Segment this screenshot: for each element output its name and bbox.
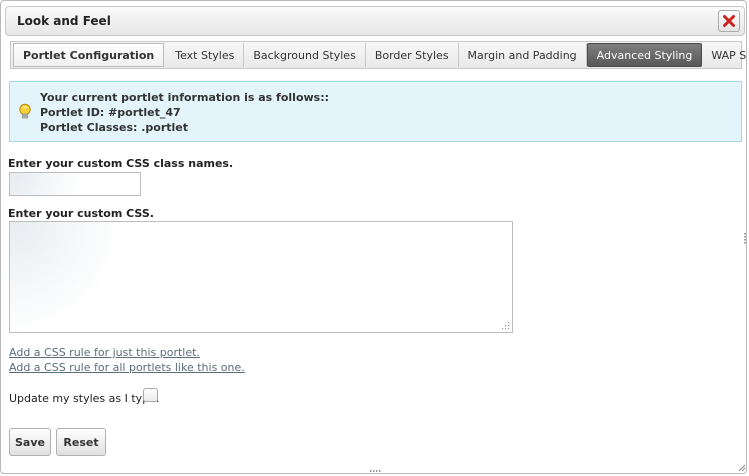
dialog-title: Look and Feel xyxy=(17,14,111,28)
close-icon xyxy=(723,15,735,27)
dialog-titlebar[interactable]: Look and Feel xyxy=(5,6,745,36)
tab-margin-and-padding[interactable]: Margin and Padding xyxy=(459,43,587,67)
look-and-feel-dialog: Look and Feel Portlet Configuration Text… xyxy=(0,0,747,474)
reset-button[interactable]: Reset xyxy=(56,428,106,456)
tab-wap-styling[interactable]: WAP Styling xyxy=(702,43,746,67)
add-rule-all-portlets-link[interactable]: Add a CSS rule for all portlets like thi… xyxy=(9,361,245,374)
portlet-classes: Portlet Classes: .portlet xyxy=(40,121,189,134)
tab-background-styles[interactable]: Background Styles xyxy=(244,43,366,67)
add-rule-this-portlet-link[interactable]: Add a CSS rule for just this portlet. xyxy=(9,346,200,359)
tab-text-styles[interactable]: Text Styles xyxy=(166,43,245,67)
tab-portlet-configuration[interactable]: Portlet Configuration xyxy=(13,43,165,67)
resize-grip-icon[interactable] xyxy=(501,321,510,330)
update-styles-label: Update my styles as I type. xyxy=(9,392,160,405)
tab-advanced-styling[interactable]: Advanced Styling xyxy=(586,43,703,67)
style-tabs: Portlet Configuration Text Styles Backgr… xyxy=(10,41,746,69)
class-names-label: Enter your custom CSS class names. xyxy=(8,157,234,170)
custom-css-label: Enter your custom CSS. xyxy=(8,207,154,220)
portlet-id: Portlet ID: #portlet_47 xyxy=(40,106,181,119)
custom-css-textarea[interactable] xyxy=(9,221,513,333)
resize-corner-icon[interactable] xyxy=(738,464,746,472)
close-button[interactable] xyxy=(718,10,740,32)
portlet-info-box: Your current portlet information is as f… xyxy=(9,81,742,142)
info-heading: Your current portlet information is as f… xyxy=(40,91,330,104)
css-class-names-input[interactable] xyxy=(9,172,141,196)
bottom-resize-handle[interactable] xyxy=(370,470,381,474)
side-resize-handle[interactable] xyxy=(744,233,747,244)
tab-border-styles[interactable]: Border Styles xyxy=(366,43,459,67)
lightbulb-icon xyxy=(19,103,31,119)
update-styles-checkbox[interactable] xyxy=(143,388,158,402)
save-button[interactable]: Save xyxy=(9,428,51,456)
